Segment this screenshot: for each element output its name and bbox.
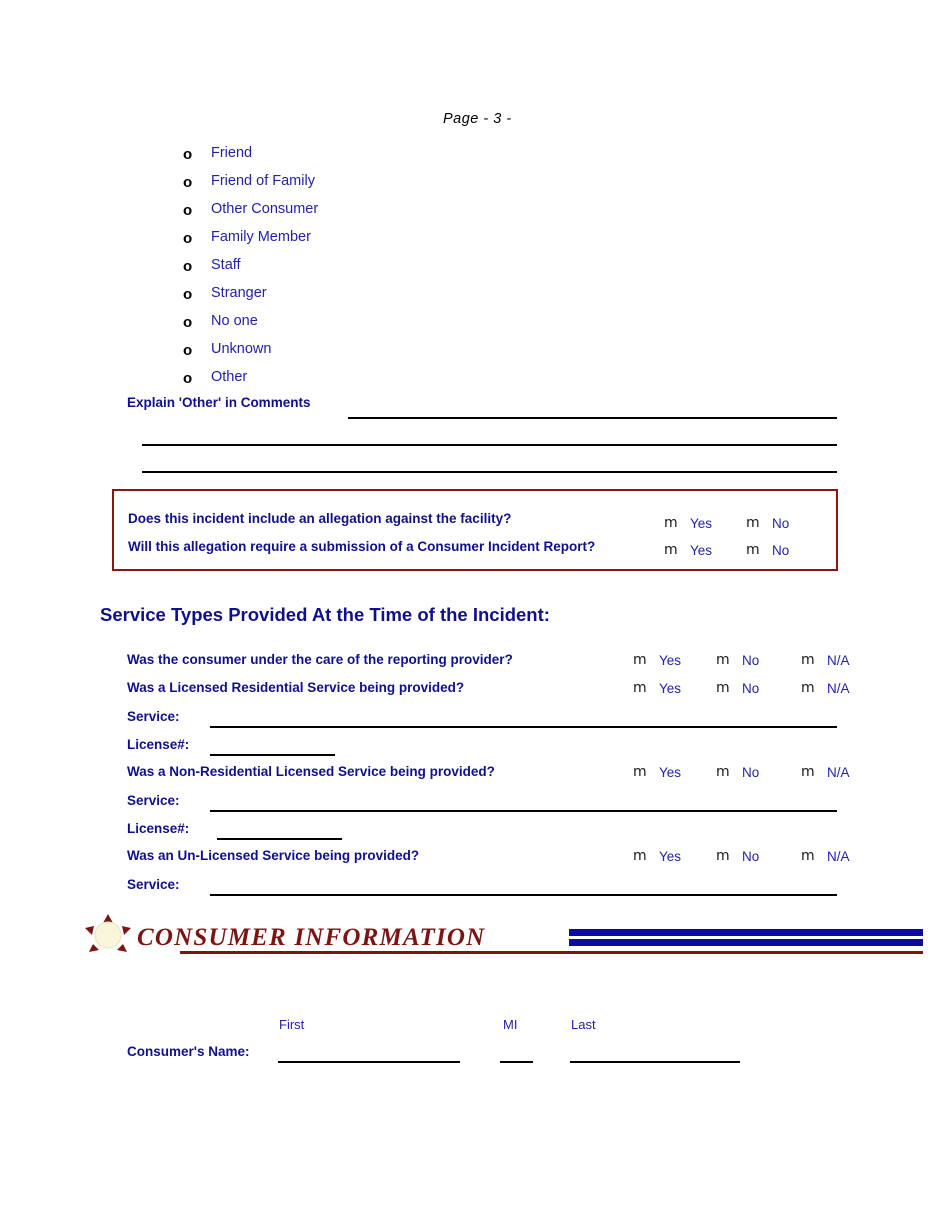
checkbox-q4-yes[interactable]: m [633,849,647,863]
checkbox-q1-na-label: N/A [827,653,850,668]
checkbox-q3-no-label: No [742,765,760,780]
checkbox-cir-no[interactable]: m [746,543,760,557]
service-question-2: Was a Licensed Residential Service being… [127,680,465,695]
checkbox-q4-no[interactable]: m [716,849,730,863]
first-name-input[interactable] [278,1061,460,1063]
bullet-icon: o [183,286,193,303]
list-item[interactable]: o Stranger [0,285,950,313]
service-input-2[interactable] [210,726,837,728]
list-item-label: Staff [211,257,241,273]
bullet-icon: o [183,174,193,191]
mi-input[interactable] [500,1061,533,1063]
checkbox-q3-yes-label: Yes [659,765,682,780]
last-name-column-label: Last [571,1017,596,1032]
explain-other-label: Explain 'Other' in Comments [127,395,311,410]
license-input-2[interactable] [210,754,335,756]
document-page: Page - 3 - o Friend o Friend of Family o… [0,0,950,1229]
checkbox-q4-no-label: No [742,849,760,864]
list-item[interactable]: o Unknown [0,341,950,369]
comment-line-1[interactable] [348,417,837,419]
checkbox-q2-na[interactable]: m [801,681,815,695]
checkbox-q1-yes[interactable]: m [633,653,647,667]
list-item[interactable]: o Staff [0,257,950,285]
checkbox-allegation-no[interactable]: m [746,516,760,530]
service-input-4[interactable] [210,894,837,896]
list-item[interactable]: o Family Member [0,229,950,257]
checkbox-q2-no-label: No [742,681,760,696]
consumer-information-banner: CONSUMER INFORMATION [85,912,923,960]
checkbox-q1-no[interactable]: m [716,653,730,667]
license-label-3: License#: [127,821,190,836]
list-item[interactable]: o Other [0,369,950,397]
page-number-header: Page - 3 - [443,111,512,127]
service-label-2: Service: [127,709,180,724]
list-item-label: Friend of Family [211,173,315,189]
allegation-question-1: Does this incident include an allegation… [128,511,512,526]
list-item[interactable]: o No one [0,313,950,341]
consumers-name-label: Consumer's Name: [127,1044,250,1059]
list-item-label: Family Member [211,229,311,245]
checkbox-q1-yes-label: Yes [659,653,682,668]
service-input-3[interactable] [210,810,837,812]
service-label-4: Service: [127,877,180,892]
allegation-question-2: Will this allegation require a submissio… [128,539,596,554]
list-item-label: Unknown [211,341,272,357]
allegation-box: Does this incident include an allegation… [112,489,838,571]
bullet-icon: o [183,370,193,387]
checkbox-allegation-yes[interactable]: m [664,516,678,530]
comment-line-2[interactable] [142,444,837,446]
bullet-icon: o [183,258,193,275]
banner-navy-bar-top [569,929,923,936]
checkbox-allegation-yes-label: Yes [690,516,713,531]
checkbox-q1-no-label: No [742,653,760,668]
checkbox-q2-na-label: N/A [827,681,850,696]
checkbox-q2-yes-label: Yes [659,681,682,696]
checkbox-q3-yes[interactable]: m [633,765,647,779]
checkbox-q2-no[interactable]: m [716,681,730,695]
list-item[interactable]: o Friend [0,145,950,173]
list-item-label: Friend [211,145,253,161]
checkbox-q1-na[interactable]: m [801,653,815,667]
star-burst-icon [85,914,131,952]
bullet-icon: o [183,342,193,359]
service-question-4: Was an Un-Licensed Service being provide… [127,848,420,863]
license-input-3[interactable] [217,838,342,840]
service-label-3: Service: [127,793,180,808]
checkbox-q4-yes-label: Yes [659,849,682,864]
comment-line-3[interactable] [142,471,837,473]
checkbox-q2-yes[interactable]: m [633,681,647,695]
mi-column-label: MI [503,1017,518,1032]
checkbox-q3-no[interactable]: m [716,765,730,779]
license-label-2: License#: [127,737,190,752]
list-item-label: Stranger [211,285,267,301]
list-item-label: No one [211,313,258,329]
banner-red-underline [180,951,923,954]
last-name-input[interactable] [570,1061,740,1063]
banner-navy-bar-bottom [569,939,923,946]
checkbox-cir-no-label: No [772,543,790,558]
bullet-icon: o [183,230,193,247]
bullet-icon: o [183,146,193,163]
checkbox-q3-na[interactable]: m [801,765,815,779]
list-item[interactable]: o Other Consumer [0,201,950,229]
checkbox-q3-na-label: N/A [827,765,850,780]
service-types-heading: Service Types Provided At the Time of th… [100,604,550,625]
service-question-1: Was the consumer under the care of the r… [127,652,513,667]
checkbox-q4-na-label: N/A [827,849,850,864]
list-item-label: Other [211,369,248,385]
list-item-label: Other Consumer [211,201,319,217]
checkbox-cir-yes[interactable]: m [664,543,678,557]
service-question-3: Was a Non-Residential Licensed Service b… [127,764,495,779]
checkbox-cir-yes-label: Yes [690,543,713,558]
bullet-icon: o [183,202,193,219]
bullet-icon: o [183,314,193,331]
list-item[interactable]: o Friend of Family [0,173,950,201]
banner-title: CONSUMER INFORMATION [137,924,486,951]
first-name-column-label: First [279,1017,305,1032]
checkbox-allegation-no-label: No [772,516,790,531]
checkbox-q4-na[interactable]: m [801,849,815,863]
